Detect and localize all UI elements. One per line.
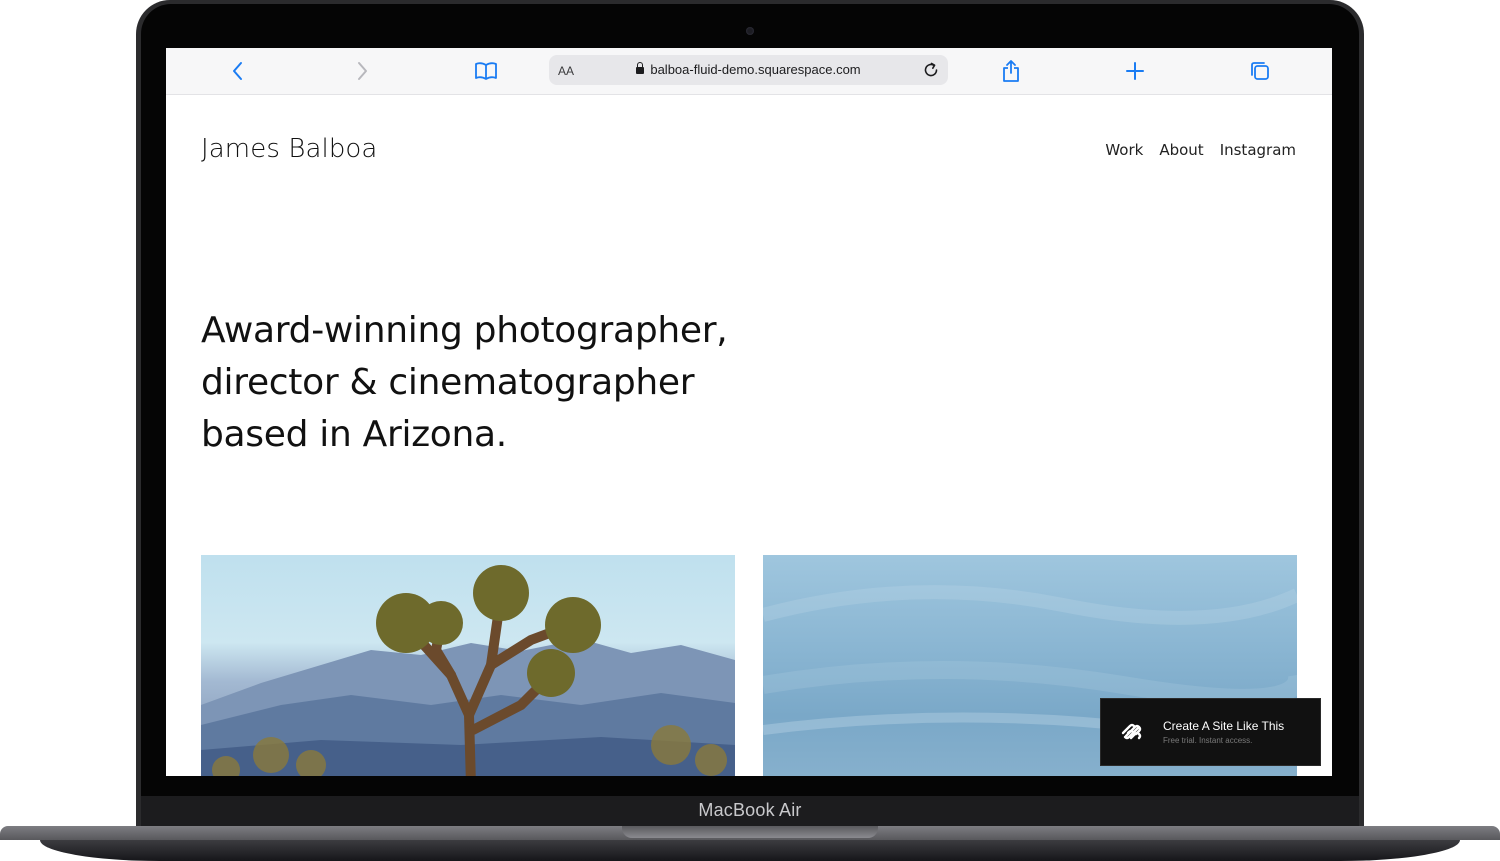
create-site-badge[interactable]: Create A Site Like This Free trial. Inst… [1100, 698, 1321, 766]
squarespace-logo-icon [1121, 723, 1142, 740]
laptop-base [0, 826, 1500, 861]
reload-button[interactable] [920, 59, 942, 81]
nav-about[interactable]: About [1159, 141, 1203, 159]
joshua-tree-illustration [201, 565, 735, 776]
chevron-right-icon [358, 62, 367, 80]
hero-line: Award-winning photographer, [201, 310, 728, 351]
address-url[interactable]: balboa-fluid-demo.squarespace.com [650, 62, 860, 77]
book-icon [475, 62, 497, 80]
nav-work[interactable]: Work [1105, 141, 1143, 159]
site-title[interactable]: James Balboa [201, 134, 377, 164]
browser-toolbar: AA balboa-fluid-demo.squarespace.com [166, 48, 1332, 95]
bookmarks-button[interactable] [471, 56, 501, 86]
hero-line: director & cinematographer [201, 362, 695, 403]
share-button[interactable] [996, 56, 1026, 86]
back-button[interactable] [223, 56, 253, 86]
nav-instagram[interactable]: Instagram [1220, 141, 1296, 159]
address-url-wrapper: balboa-fluid-demo.squarespace.com [549, 62, 948, 77]
address-bar[interactable]: AA balboa-fluid-demo.squarespace.com [549, 55, 948, 85]
badge-subtitle: Free trial. Instant access. [1163, 736, 1253, 745]
tabs-button[interactable] [1245, 56, 1275, 86]
screen: AA balboa-fluid-demo.squarespace.com Jam… [166, 48, 1332, 776]
site-nav: Work About Instagram [1105, 141, 1296, 159]
camera-icon [746, 27, 754, 35]
plus-icon [1126, 62, 1144, 80]
hero-heading: Award-winning photographer, director & c… [201, 305, 821, 461]
reload-icon [924, 62, 938, 77]
tabs-icon [1251, 62, 1269, 80]
gallery-image-joshua-tree[interactable] [201, 555, 735, 776]
base-bottom [40, 840, 1460, 861]
base-notch [622, 826, 878, 838]
forward-button[interactable] [347, 56, 377, 86]
device-label: MacBook Air [698, 800, 802, 820]
lock-icon [636, 62, 645, 74]
share-icon [1003, 60, 1019, 82]
hero-line: based in Arizona. [201, 414, 507, 455]
badge-title: Create A Site Like This [1163, 719, 1285, 733]
chevron-left-icon [233, 62, 242, 80]
new-tab-button[interactable] [1120, 56, 1150, 86]
